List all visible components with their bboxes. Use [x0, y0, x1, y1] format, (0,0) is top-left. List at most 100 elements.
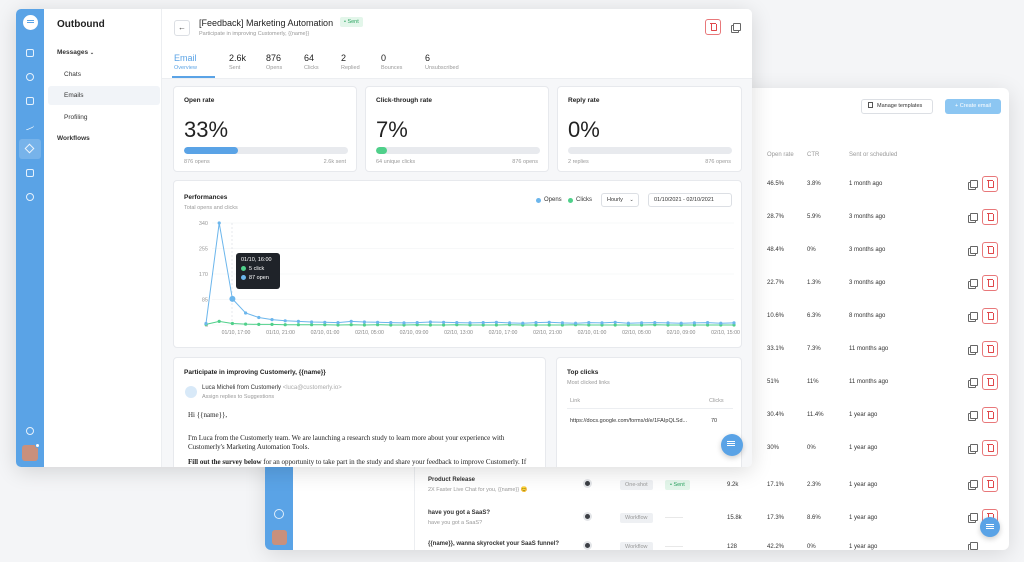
opens-point: [204, 321, 208, 326]
trash-icon[interactable]: [982, 308, 998, 324]
ctr: 0%: [807, 445, 816, 451]
tab-sent[interactable]: 2.6k Sent: [229, 53, 246, 71]
main-sidebar: [16, 9, 44, 467]
ctr: 11.4%: [807, 412, 824, 418]
top-click-link[interactable]: https://docs.google.com/forms/d/e/1FAIpQ…: [570, 418, 687, 424]
main-content: ← [Feedback] Marketing Automation • Sent…: [162, 9, 752, 467]
duplicate-icon[interactable]: [968, 542, 978, 550]
chat-bubble-icon[interactable]: [980, 517, 1000, 537]
nav-item-profiling[interactable]: Profiling: [64, 114, 87, 121]
card-value: 7%: [376, 117, 408, 142]
nav-item-chats[interactable]: Chats: [64, 71, 81, 78]
opens-point: [362, 320, 366, 324]
duplicate-icon[interactable]: [968, 345, 978, 355]
card-title: Open rate: [184, 97, 215, 104]
opens-point: [376, 320, 380, 324]
nav-messages-group[interactable]: Messages ⌄: [57, 49, 94, 56]
col-open-rate[interactable]: Open rate: [767, 152, 794, 158]
email-text: Customerly's Marketing Automation Tools.: [188, 443, 310, 451]
trash-icon[interactable]: [982, 242, 998, 258]
duplicate-icon[interactable]: [731, 23, 741, 33]
play-icon[interactable]: [24, 71, 36, 83]
trash-icon[interactable]: [705, 19, 721, 35]
tab-overview[interactable]: Email Overview: [174, 53, 197, 71]
opens-line: [205, 222, 735, 324]
sent-time: 3 months ago: [849, 214, 886, 220]
dashboard-icon[interactable]: [24, 47, 36, 59]
trash-icon[interactable]: [982, 407, 998, 423]
duplicate-icon[interactable]: [968, 213, 978, 223]
opens-point: [560, 321, 564, 325]
create-email-button[interactable]: + Create email: [945, 99, 1001, 114]
card-foot-right: 2.6k sent: [323, 159, 346, 165]
opens-point: [283, 319, 287, 323]
progress-fill: [184, 147, 239, 154]
chat-bubble-icon[interactable]: [721, 434, 743, 456]
nav-item-emails[interactable]: Emails: [64, 92, 84, 99]
opens-point: [468, 321, 472, 325]
sent-time: 1 year ago: [849, 482, 878, 488]
thumbs-up-icon[interactable]: [24, 167, 36, 179]
trash-icon[interactable]: [982, 176, 998, 192]
duplicate-icon[interactable]: [968, 444, 978, 454]
table-row[interactable]: {{name}}, wanna skyrocket your SaaS funn…: [265, 536, 1009, 550]
duplicate-icon[interactable]: [968, 246, 978, 256]
ctr: 1.3%: [807, 280, 821, 286]
card-title: Reply rate: [568, 97, 600, 104]
trend-icon[interactable]: [24, 119, 36, 131]
x-tick-label: 02/10, 21:00: [533, 330, 562, 336]
trash-icon[interactable]: [982, 440, 998, 456]
duplicate-icon[interactable]: [968, 513, 978, 523]
tab-opens[interactable]: 876 Opens: [266, 53, 282, 71]
tab-unsubscribed[interactable]: 6 Unsubscribed: [425, 53, 459, 71]
tab-clicks[interactable]: 64 Clicks: [304, 53, 319, 71]
card-foot-left: 2 replies: [568, 159, 589, 165]
ctr: 11%: [807, 379, 819, 385]
col-sent-scheduled[interactable]: Sent or scheduled: [849, 152, 897, 158]
send-icon[interactable]: [19, 139, 41, 159]
inbox-icon[interactable]: [24, 95, 36, 107]
performance-card: Performances Total opens and clicks Open…: [173, 180, 742, 348]
x-tick-label: 02/10, 05:00: [355, 330, 384, 336]
tooltip-clicks: 5 click: [241, 266, 275, 272]
trash-icon[interactable]: [982, 374, 998, 390]
page-subtitle: Participate in improving Customerly, {{n…: [199, 31, 310, 37]
settings-icon[interactable]: [24, 425, 36, 437]
col-ctr[interactable]: CTR: [807, 152, 819, 158]
y-tick-label: 170: [199, 272, 208, 278]
status-badge: ———: [665, 515, 683, 521]
progress-bar: [184, 147, 348, 154]
open-rate: 33.1%: [767, 346, 785, 352]
sent-time: 1 year ago: [849, 544, 878, 550]
opens-point: [600, 321, 604, 325]
type-tag: Workflow: [620, 513, 653, 523]
y-tick-label: 85: [202, 298, 208, 304]
duplicate-icon[interactable]: [968, 378, 978, 388]
duplicate-icon[interactable]: [968, 279, 978, 289]
email-preview-card: Participate in improving Customerly, {{n…: [173, 357, 546, 467]
ctr: 3.8%: [807, 181, 821, 187]
tab-bounces[interactable]: 0 Bounces: [381, 53, 402, 71]
trash-icon[interactable]: [982, 476, 998, 492]
duplicate-icon[interactable]: [968, 312, 978, 322]
duplicate-icon[interactable]: [968, 180, 978, 190]
opens-point: [257, 315, 261, 320]
trash-icon[interactable]: [982, 341, 998, 357]
nav-item-workflows[interactable]: Workflows: [57, 135, 90, 142]
reply-assignment[interactable]: Assign replies to Suggestions: [202, 394, 274, 400]
opens-point: [732, 321, 736, 325]
customerly-logo[interactable]: [23, 15, 38, 30]
ctr: 8.6%: [807, 515, 821, 521]
trash-icon[interactable]: [982, 275, 998, 291]
tab-label: Clicks: [304, 65, 319, 71]
table-row[interactable]: Product Release 2X Faster Live Chat for …: [265, 472, 1009, 498]
table-row[interactable]: have you got a SaaS? have you got a SaaS…: [265, 505, 1009, 531]
back-arrow-icon[interactable]: ←: [174, 20, 190, 36]
users-icon[interactable]: [24, 191, 36, 203]
tab-replied[interactable]: 2 Replied: [341, 53, 360, 71]
manage-templates-button[interactable]: Manage templates: [861, 99, 933, 114]
progress-bar: [568, 147, 732, 154]
trash-icon[interactable]: [982, 209, 998, 225]
duplicate-icon[interactable]: [968, 411, 978, 421]
duplicate-icon[interactable]: [968, 480, 978, 490]
